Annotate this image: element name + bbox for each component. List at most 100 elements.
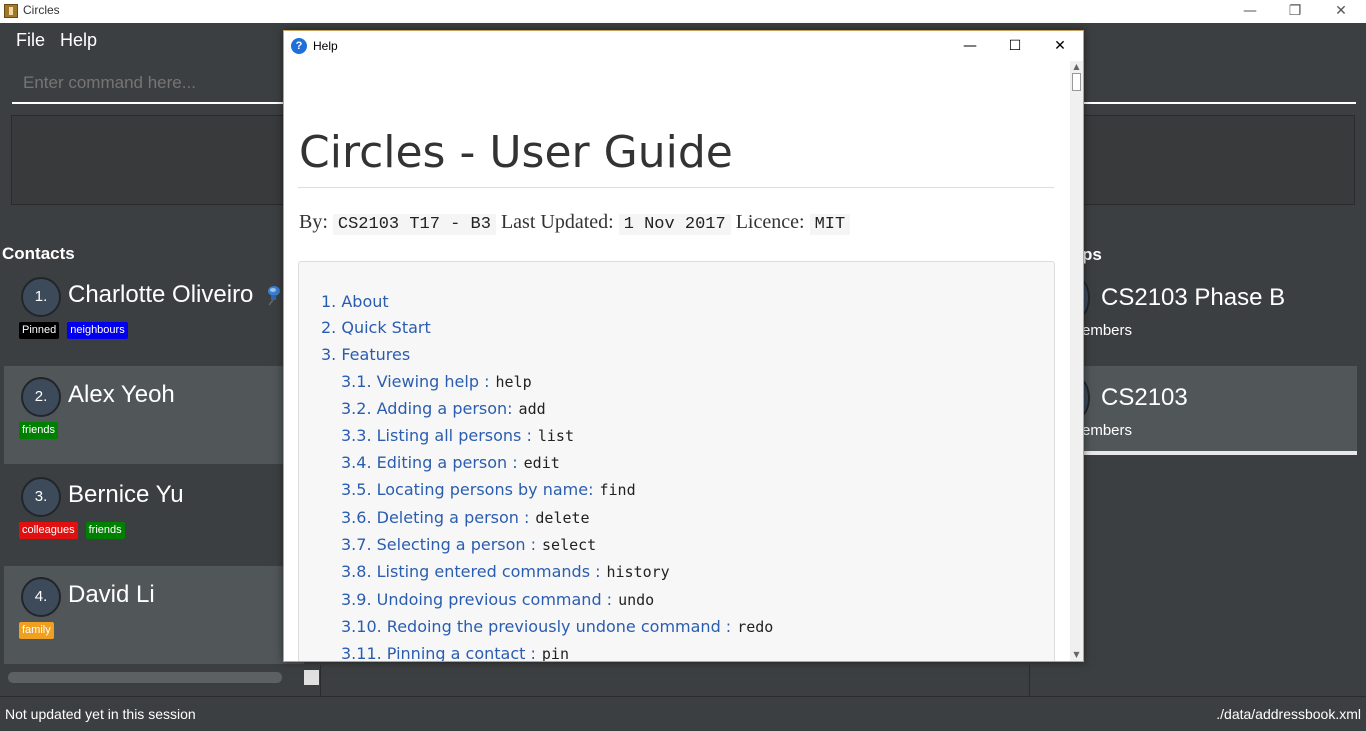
help-maximize-button[interactable]: ☐: [992, 35, 1038, 57]
contact-name: David Li: [68, 581, 155, 608]
toc-command: edit: [523, 454, 560, 472]
toc-link[interactable]: 3.1. Viewing help : help: [341, 372, 532, 391]
groups-header: ps: [1082, 245, 1102, 264]
group-name: CS2103: [1101, 384, 1188, 411]
help-title-bar: ? Help — ☐ ✕: [284, 31, 1083, 61]
contacts-header: Contacts: [2, 244, 75, 263]
contact-name: Bernice Yu: [68, 481, 184, 508]
scroll-thumb[interactable]: [1072, 73, 1081, 91]
toc-link[interactable]: 3.9. Undoing previous command : undo: [341, 590, 654, 609]
toc-link-label: 3.10. Redoing the previously undone comm…: [341, 617, 732, 636]
scroll-corner-button[interactable]: [304, 670, 319, 685]
menu-file[interactable]: File: [16, 30, 45, 51]
contact-name: Charlotte Oliveiro: [68, 281, 254, 308]
help-content: Circles - User Guide By: CS2103 T17 - B3…: [284, 61, 1070, 661]
toc-link[interactable]: 3.3. Listing all persons : list: [341, 426, 574, 445]
updated-value: 1 Nov 2017: [618, 214, 731, 235]
window-title: Circles: [23, 3, 60, 17]
group-members-label: embers: [1082, 422, 1133, 439]
tag-badge: family: [19, 622, 54, 639]
toc-command: help: [495, 373, 532, 391]
scroll-down-icon[interactable]: ▼: [1070, 649, 1083, 661]
contact-index: 3.: [21, 477, 61, 517]
center-footer: [320, 665, 1030, 696]
guide-title: Circles - User Guide: [299, 127, 733, 178]
group-card[interactable]: CS2103 Phase B embers: [1066, 266, 1357, 366]
contact-tags: family: [19, 622, 54, 639]
toc-link[interactable]: 3.5. Locating persons by name: find: [341, 480, 636, 499]
contact-name: Alex Yeoh: [68, 381, 175, 408]
contact-card[interactable]: 4. David Li family: [4, 566, 304, 664]
scroll-up-icon[interactable]: ▲: [1070, 61, 1083, 73]
toc-link[interactable]: 3.8. Listing entered commands : history: [341, 562, 670, 581]
toc-command: add: [518, 400, 546, 418]
toc-command: pin: [541, 645, 569, 661]
toc-link-label: 1. About: [321, 292, 389, 311]
minimize-button[interactable]: —: [1227, 0, 1273, 23]
licence-label: Licence:: [735, 211, 805, 233]
toc-link[interactable]: 3.11. Pinning a contact : pin: [341, 644, 569, 661]
toc-link-label: 3.3. Listing all persons :: [341, 426, 532, 445]
contact-card[interactable]: 2. Alex Yeoh friends: [4, 366, 304, 464]
restore-button[interactable]: ❐: [1272, 0, 1318, 23]
contact-tags: colleagues friends: [19, 522, 125, 539]
toc-command: delete: [535, 509, 590, 527]
toc-link-label: 3.4. Editing a person :: [341, 453, 518, 472]
toc-link-label: 2. Quick Start: [321, 318, 431, 337]
contact-card[interactable]: 1. Charlotte Oliveiro Pinned neighbours: [4, 266, 304, 364]
toc-link[interactable]: 2. Quick Start: [321, 318, 431, 337]
toc-link[interactable]: 1. About: [321, 292, 389, 311]
licence-value: MIT: [809, 214, 851, 235]
group-card[interactable]: CS2103 embers: [1066, 366, 1357, 451]
updated-label: Last Updated:: [500, 211, 614, 233]
toc-link-label: 3.2. Adding a person:: [341, 399, 513, 418]
help-close-button[interactable]: ✕: [1037, 35, 1083, 57]
by-value: CS2103 T17 - B3: [332, 214, 496, 235]
contact-tags: Pinned neighbours: [19, 322, 128, 339]
contact-index: 2.: [21, 377, 61, 417]
contact-index: 1.: [21, 277, 61, 317]
toc-command: redo: [737, 618, 774, 636]
toc-link[interactable]: 3.10. Redoing the previously undone comm…: [341, 617, 773, 636]
tag-badge: colleagues: [19, 522, 78, 539]
tag-badge: friends: [85, 522, 125, 539]
help-vertical-scrollbar[interactable]: ▲ ▼: [1070, 61, 1083, 661]
toc-link-label: 3. Features: [321, 345, 411, 364]
toc-link-label: 3.1. Viewing help :: [341, 372, 490, 391]
toc-command: undo: [618, 591, 655, 609]
guide-byline: By: CS2103 T17 - B3 Last Updated: 1 Nov …: [299, 211, 851, 235]
toc-link[interactable]: 3.7. Selecting a person : select: [341, 535, 596, 554]
tag-badge: friends: [19, 422, 59, 439]
contact-index: 4.: [21, 577, 61, 617]
help-window: ? Help — ☐ ✕ Circles - User Guide By: CS…: [283, 30, 1084, 662]
toc-link-label: 3.5. Locating persons by name:: [341, 480, 594, 499]
title-divider: [298, 187, 1054, 188]
help-question-icon: ?: [291, 38, 307, 54]
close-button[interactable]: ✕: [1318, 0, 1364, 23]
contact-tags: friends: [19, 422, 59, 439]
toc-link-label: 3.8. Listing entered commands :: [341, 562, 601, 581]
toc-link-label: 3.6. Deleting a person :: [341, 508, 530, 527]
toc-link[interactable]: 3.6. Deleting a person : delete: [341, 508, 590, 527]
contacts-horizontal-scrollbar[interactable]: [8, 672, 282, 683]
toc-link[interactable]: 3. Features: [321, 345, 410, 364]
status-bar: Not updated yet in this session ./data/a…: [0, 696, 1366, 731]
toc-command: find: [599, 481, 636, 499]
menu-help[interactable]: Help: [60, 30, 97, 51]
contact-card[interactable]: 3. Bernice Yu colleagues friends: [4, 466, 304, 564]
by-label: By:: [299, 211, 328, 233]
save-location: ./data/addressbook.xml: [1216, 706, 1361, 722]
toc-command: history: [606, 563, 670, 581]
toc-link[interactable]: 3.2. Adding a person: add: [341, 399, 546, 418]
toc-link-label: 3.7. Selecting a person :: [341, 535, 537, 554]
toc-link-label: 3.11. Pinning a contact :: [341, 644, 536, 661]
toc-link[interactable]: 3.4. Editing a person : edit: [341, 453, 560, 472]
tag-badge: Pinned: [19, 322, 60, 339]
groups-scrollbar[interactable]: [1082, 451, 1357, 455]
pin-icon: [268, 286, 280, 306]
app-icon: [4, 4, 18, 18]
toc-link-label: 3.9. Undoing previous command :: [341, 590, 613, 609]
group-members-label: embers: [1082, 322, 1133, 339]
help-minimize-button[interactable]: —: [947, 35, 993, 57]
toc-command: select: [542, 536, 597, 554]
